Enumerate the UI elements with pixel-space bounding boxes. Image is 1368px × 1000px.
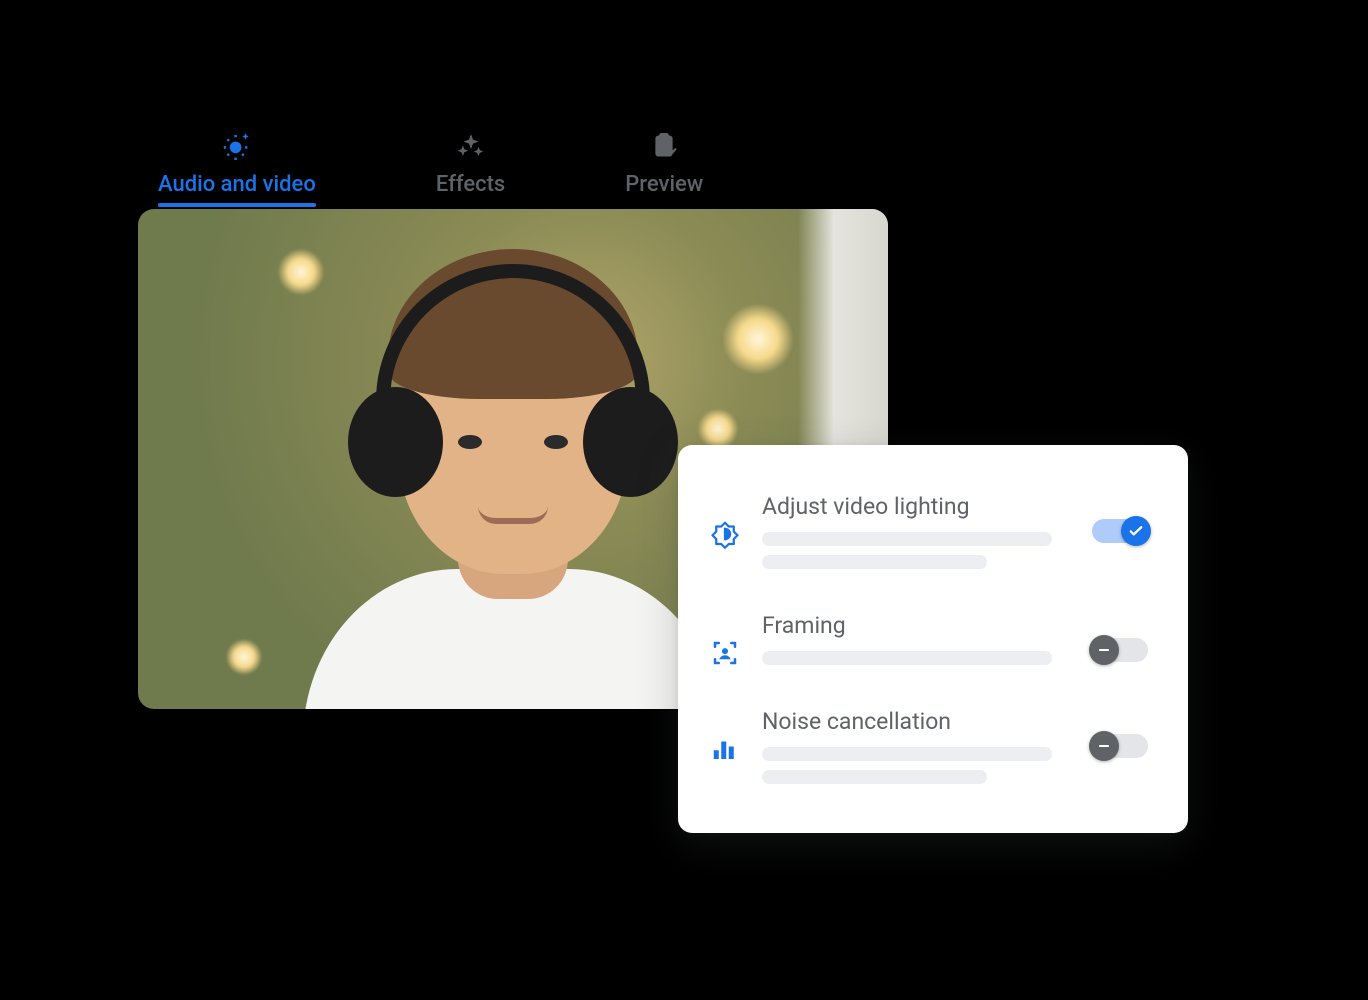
setting-title: Adjust video lighting (762, 493, 1072, 520)
toggle-noise-cancellation[interactable] (1092, 734, 1148, 758)
check-icon (1121, 516, 1151, 546)
audio-video-settings-card: Adjust video lighting (678, 445, 1188, 833)
setting-noise-cancellation: Noise cancellation (708, 694, 1158, 807)
tab-audio-and-video[interactable]: Audio and video (158, 128, 316, 205)
minus-icon (1089, 731, 1119, 761)
tab-effects[interactable]: Effects (436, 128, 505, 205)
brightness-icon (708, 493, 742, 549)
setting-title: Noise cancellation (762, 708, 1072, 735)
clipboard-check-icon (646, 128, 682, 164)
tab-preview[interactable]: Preview (625, 128, 703, 205)
gear-sparkle-icon (219, 128, 255, 164)
setting-description-placeholder (762, 747, 1052, 761)
tab-label: Effects (436, 172, 505, 197)
setting-description-placeholder (762, 555, 987, 569)
person-frame-icon (708, 612, 742, 668)
equalizer-icon (708, 708, 742, 764)
tab-label: Preview (625, 172, 703, 197)
setting-framing: Framing (708, 598, 1158, 688)
minus-icon (1089, 635, 1119, 665)
participant-video-placeholder (303, 289, 723, 709)
sparkles-icon (453, 128, 489, 164)
setting-title: Framing (762, 612, 1072, 639)
toggle-adjust-video-lighting[interactable] (1092, 519, 1148, 543)
setting-description-placeholder (762, 770, 987, 784)
toggle-framing[interactable] (1092, 638, 1148, 662)
setting-description-placeholder (762, 651, 1052, 665)
tabs-bar: Audio and video Effects Preview (138, 100, 1198, 205)
setting-description-placeholder (762, 532, 1052, 546)
setting-adjust-video-lighting: Adjust video lighting (708, 479, 1158, 592)
tab-label: Audio and video (158, 172, 316, 197)
